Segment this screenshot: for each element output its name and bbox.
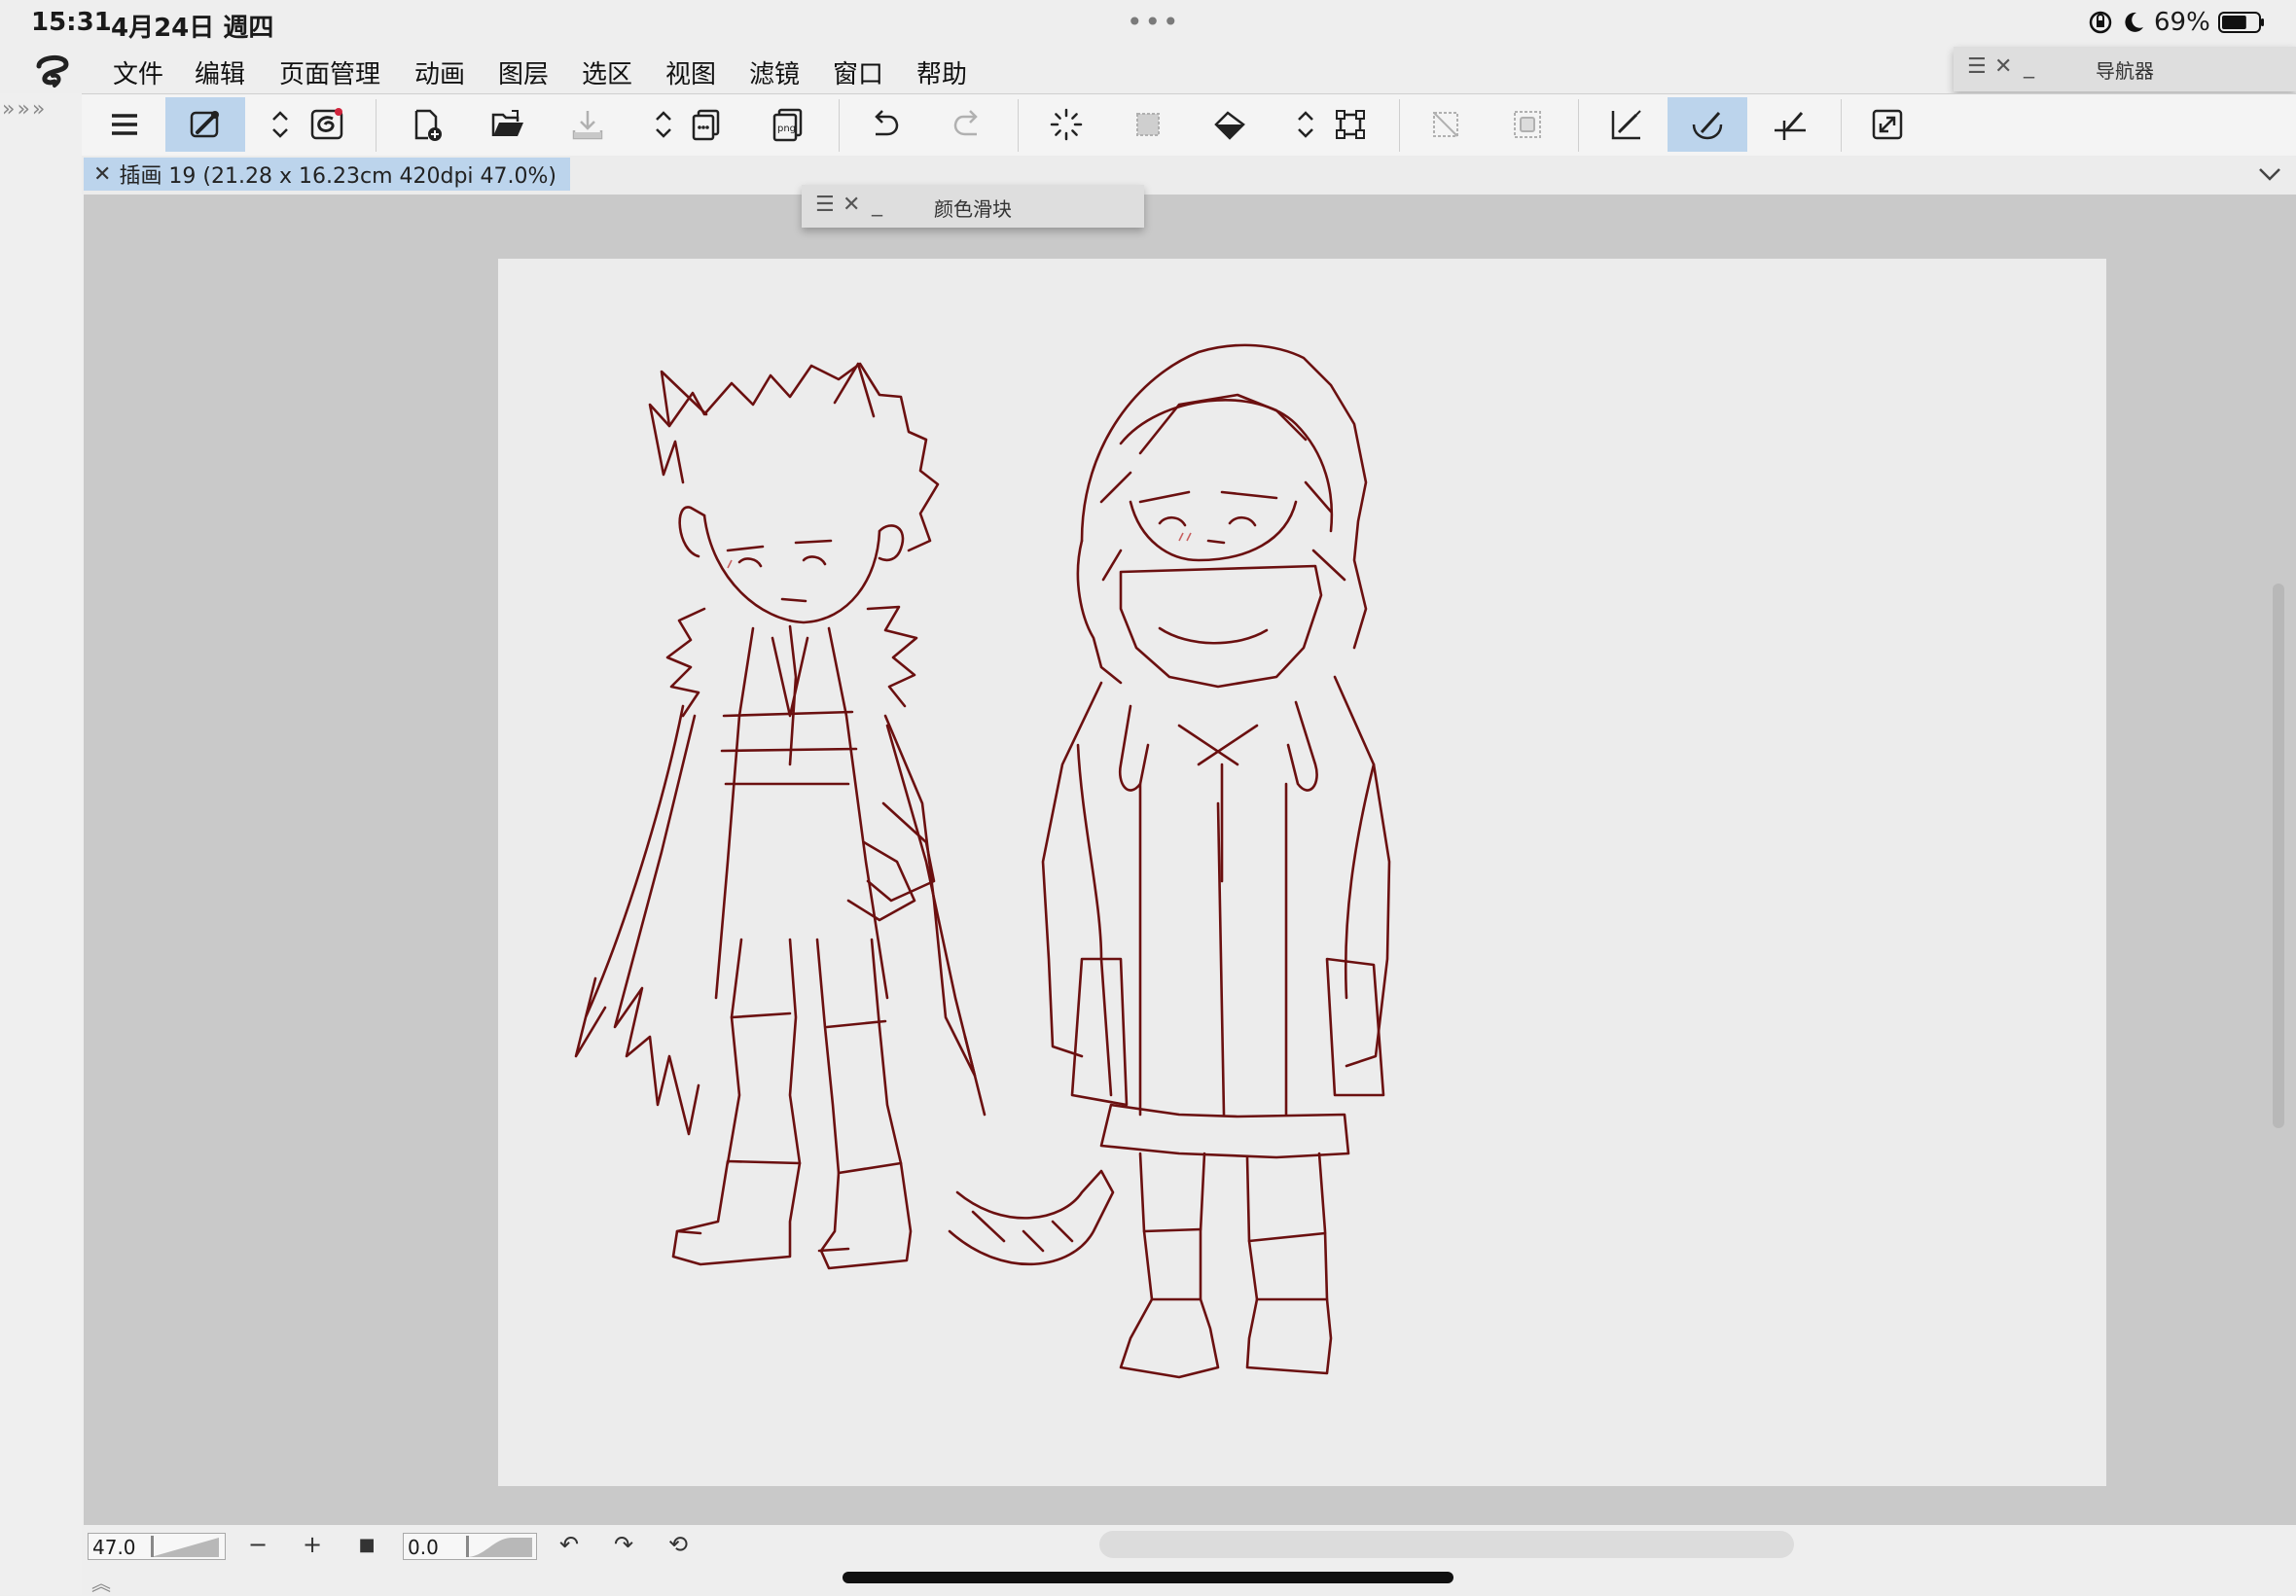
fullscreen-icon bbox=[1872, 109, 1903, 140]
rotation-slider-ramp bbox=[466, 1536, 532, 1557]
clear-outside-button[interactable] bbox=[1417, 97, 1475, 152]
companion-mode-icon bbox=[310, 108, 343, 140]
menu-item-1[interactable]: 编辑 bbox=[195, 54, 245, 90]
line-art-drawing bbox=[574, 343, 1391, 1379]
fullscreen-button[interactable] bbox=[1858, 97, 1917, 152]
chevron-down-icon[interactable] bbox=[2255, 160, 2284, 189]
status-bar: 15:31 4月24日 週四 ••• 69% bbox=[0, 0, 2296, 47]
panel-grip-icon[interactable]: ☰ bbox=[1967, 54, 1987, 79]
zoom-slider[interactable]: 47.0 bbox=[88, 1533, 226, 1560]
redo-button[interactable] bbox=[938, 97, 996, 152]
fit-to-screen-button[interactable]: ■ bbox=[352, 1535, 381, 1555]
snap-grid-button[interactable] bbox=[1761, 97, 1819, 152]
main-menu-button[interactable] bbox=[95, 97, 154, 152]
copy-layers-icon bbox=[692, 109, 720, 141]
menu-item-8[interactable]: 窗口 bbox=[833, 54, 883, 90]
clear-outside-icon bbox=[1433, 112, 1458, 137]
undo-icon bbox=[875, 110, 899, 136]
export-png-icon: png bbox=[772, 108, 803, 142]
expand-panels-arrows[interactable]: »»» bbox=[2, 97, 47, 122]
color-slider-panel[interactable]: ☰ ✕ _ 颜色滑块 bbox=[802, 185, 1144, 228]
navigator-title: 导航器 bbox=[2096, 59, 2154, 83]
orientation-lock-icon bbox=[2089, 11, 2112, 34]
battery-icon bbox=[2218, 12, 2264, 33]
rotate-right-button[interactable]: ↷ bbox=[609, 1531, 638, 1558]
redo-icon bbox=[953, 110, 978, 136]
panel-close-icon[interactable]: ✕ bbox=[843, 193, 860, 217]
panel-minimize-icon[interactable]: _ bbox=[872, 193, 882, 217]
menu-item-2[interactable]: 页面管理 bbox=[279, 54, 380, 90]
menu-item-3[interactable]: 动画 bbox=[414, 54, 465, 90]
snap-ruler-button[interactable] bbox=[1597, 97, 1656, 152]
png-label: png bbox=[777, 124, 796, 134]
snap-special-ruler-button[interactable] bbox=[1668, 97, 1747, 152]
save-button[interactable] bbox=[558, 97, 617, 152]
menu-item-5[interactable]: 选区 bbox=[582, 54, 632, 90]
canvas-tab-title: 插画 19 (21.28 x 16.23cm 420dpi 47.0%) bbox=[119, 164, 556, 189]
open-button[interactable] bbox=[479, 97, 537, 152]
new-canvas-button[interactable] bbox=[397, 97, 455, 152]
panel-minimize-icon[interactable]: _ bbox=[2024, 54, 2034, 79]
canvas-tab[interactable]: ✕ 插画 19 (21.28 x 16.23cm 420dpi 47.0%) bbox=[84, 158, 570, 191]
clip-studio-logo-icon[interactable] bbox=[33, 53, 72, 91]
processing-indicator bbox=[1037, 97, 1095, 152]
undo-button[interactable] bbox=[856, 97, 915, 152]
color-slider-title: 颜色滑块 bbox=[934, 197, 1012, 221]
home-indicator[interactable] bbox=[843, 1572, 1453, 1583]
clear-selection-icon bbox=[1136, 113, 1160, 136]
vertical-scrollbar[interactable] bbox=[2273, 584, 2284, 1128]
menu-item-0[interactable]: 文件 bbox=[113, 54, 163, 90]
hamburger-menu-icon bbox=[112, 114, 137, 135]
zoom-slider-ramp bbox=[151, 1536, 219, 1557]
horizontal-scrollbar[interactable] bbox=[1099, 1531, 1794, 1558]
multitask-dots[interactable]: ••• bbox=[1127, 6, 1181, 38]
clip-studio-connect-icon bbox=[190, 111, 219, 138]
tab-close-icon[interactable]: ✕ bbox=[93, 162, 111, 187]
menu-item-6[interactable]: 视图 bbox=[665, 54, 716, 90]
copy-layers-button[interactable] bbox=[677, 97, 735, 152]
rotation-value[interactable]: 0.0 bbox=[408, 1536, 439, 1559]
menu-item-4[interactable]: 图层 bbox=[498, 54, 549, 90]
new-canvas-icon bbox=[414, 109, 442, 141]
rotation-slider[interactable]: 0.0 bbox=[403, 1533, 537, 1560]
panel-grip-icon[interactable]: ☰ bbox=[815, 193, 835, 217]
deselect-button[interactable] bbox=[1498, 97, 1557, 152]
menu-item-7[interactable]: 滤镜 bbox=[749, 54, 800, 90]
navigator-panel[interactable]: ☰ ✕ _ 导航器 bbox=[1954, 47, 2296, 91]
rotate-left-button[interactable]: ↶ bbox=[555, 1531, 584, 1558]
updown-chevron-icon bbox=[1298, 111, 1313, 138]
transform-button[interactable] bbox=[1321, 97, 1380, 152]
loading-spinner-icon bbox=[1050, 108, 1083, 141]
menu-item-9[interactable]: 帮助 bbox=[916, 54, 967, 90]
fill-bucket-icon bbox=[1214, 111, 1245, 140]
snap-grid-icon bbox=[1775, 112, 1806, 140]
save-icon bbox=[572, 111, 603, 140]
export-png-button[interactable]: png bbox=[759, 97, 817, 152]
updown-chevron-icon bbox=[272, 111, 288, 138]
canvas-paper[interactable] bbox=[498, 259, 2106, 1486]
clear-selection-button[interactable] bbox=[1119, 97, 1177, 152]
status-time: 15:31 bbox=[31, 8, 112, 37]
companion-mode-button[interactable] bbox=[298, 97, 356, 152]
reset-rotation-button[interactable]: ⟲ bbox=[664, 1531, 693, 1558]
moon-icon bbox=[2125, 12, 2143, 32]
battery-percent: 69% bbox=[2154, 8, 2210, 37]
expand-up-icon[interactable]: ︽ bbox=[91, 1568, 111, 1596]
clip-studio-connect-button[interactable] bbox=[165, 97, 245, 152]
fill-button[interactable] bbox=[1201, 97, 1259, 152]
left-collapse-strip bbox=[0, 93, 82, 1595]
open-folder-icon bbox=[491, 110, 523, 136]
snap-ruler-icon bbox=[1611, 110, 1641, 140]
updown-chevron-icon bbox=[656, 111, 671, 138]
deselect-icon bbox=[1514, 111, 1541, 138]
transform-icon bbox=[1336, 110, 1365, 139]
zoom-out-button[interactable]: − bbox=[243, 1531, 272, 1558]
zoom-in-button[interactable]: + bbox=[298, 1531, 327, 1558]
panel-close-icon[interactable]: ✕ bbox=[1994, 54, 2012, 79]
zoom-value[interactable]: 47.0 bbox=[92, 1536, 136, 1559]
status-date: 4月24日 週四 bbox=[111, 14, 274, 43]
snap-special-ruler-icon bbox=[1692, 111, 1723, 140]
